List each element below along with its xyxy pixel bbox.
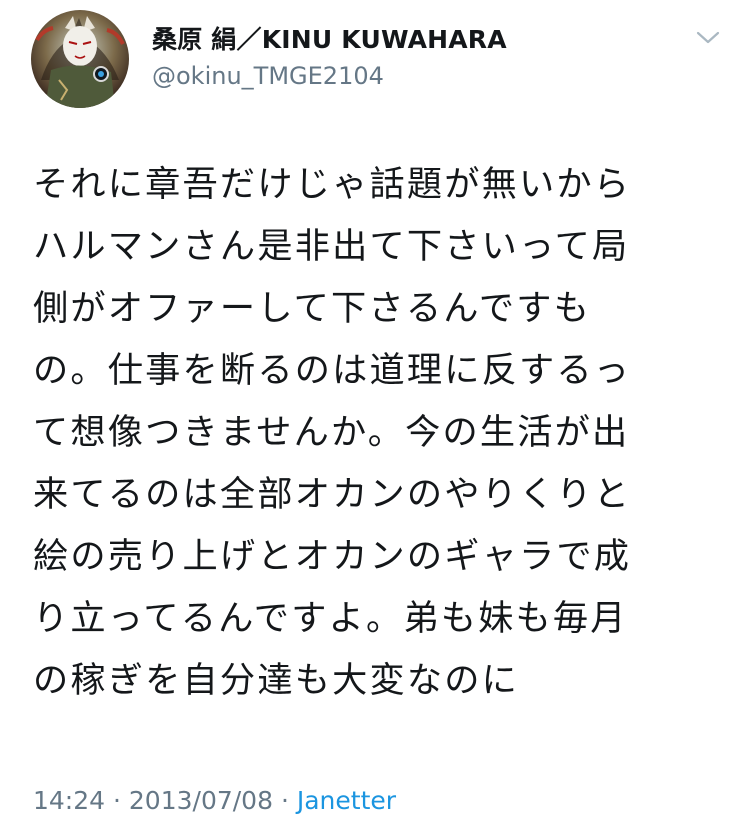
- author-handle[interactable]: @okinu_TMGE2104: [152, 62, 384, 90]
- tweet-line: 側がオファーして下さるんですも: [33, 288, 591, 329]
- tweet-source-link[interactable]: Janetter: [297, 786, 396, 815]
- meta-separator: ·: [280, 786, 289, 815]
- tweet-line: それに章吾だけじゃ話題が無いから: [33, 164, 632, 205]
- chevron-down-icon[interactable]: [694, 28, 722, 48]
- tweet-text: それに章吾だけじゃ話題が無いから ハルマンさん是非出て下さいって局 側がオファー…: [33, 154, 723, 712]
- tweet-line: 絵の売り上げとオカンのギャラで成: [33, 536, 632, 577]
- tweet-line: の。仕事を断るのは道理に反するっ: [33, 350, 632, 391]
- avatar[interactable]: [31, 10, 129, 108]
- tweet-time[interactable]: 14:24: [33, 786, 105, 815]
- meta-separator: ·: [113, 786, 121, 815]
- tweet-line: て想像つきませんか。今の生活が出: [33, 412, 630, 453]
- tweet-line: ハルマンさん是非出て下さいって局: [33, 226, 630, 267]
- tweet-date[interactable]: 2013/07/08: [129, 786, 273, 815]
- avatar-image: [35, 16, 125, 108]
- tweet-line: 来てるのは全部オカンのやりくりと: [33, 474, 632, 515]
- tweet-metadata: 14:24 · 2013/07/08 · Janetter: [33, 786, 396, 815]
- tweet-line: の稼ぎを自分達も大変なのに: [33, 660, 520, 701]
- author-display-name[interactable]: 桑原 絹／KINU KUWAHARA: [152, 20, 507, 56]
- tweet-line: り立ってるんですよ。弟も妹も毎月: [33, 598, 628, 639]
